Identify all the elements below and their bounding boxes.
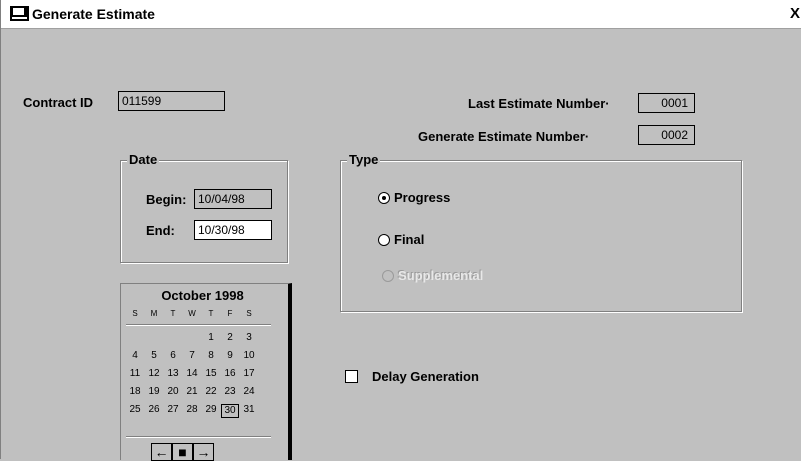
calendar-divider bbox=[126, 436, 271, 438]
calendar-month: October 1998 bbox=[161, 288, 244, 303]
radio-selected-icon bbox=[378, 191, 390, 204]
calendar-day[interactable]: 6 bbox=[164, 350, 182, 362]
radio-disabled-icon bbox=[382, 269, 394, 282]
calendar-divider bbox=[126, 324, 271, 326]
calendar-weekday: F bbox=[227, 309, 233, 318]
end-date-field[interactable]: 10/30/98 bbox=[194, 220, 272, 240]
calendar-day[interactable]: 27 bbox=[164, 404, 182, 416]
calendar-day[interactable]: 3 bbox=[240, 332, 258, 344]
calendar-day[interactable]: 15 bbox=[202, 368, 220, 380]
calendar-day[interactable]: 7 bbox=[183, 350, 201, 362]
delay-generation-label: Delay Generation bbox=[372, 369, 479, 384]
calendar-day[interactable]: 30 bbox=[221, 404, 239, 418]
calendar-day[interactable]: 5 bbox=[145, 350, 163, 362]
calendar-day[interactable]: 8 bbox=[202, 350, 220, 362]
calendar-day[interactable]: 14 bbox=[183, 368, 201, 380]
supplemental-radio-label: Supplemental bbox=[398, 268, 484, 283]
last-estimate-label: Last Estimate Number· bbox=[468, 96, 610, 111]
computer-icon bbox=[10, 6, 29, 21]
calendar-day[interactable]: 21 bbox=[183, 386, 201, 398]
calendar-day[interactable]: 22 bbox=[202, 386, 220, 398]
calendar-day[interactable]: 9 bbox=[221, 350, 239, 362]
close-button[interactable]: X bbox=[788, 6, 801, 21]
calendar-day[interactable]: 12 bbox=[145, 368, 163, 380]
calendar-day[interactable]: 4 bbox=[126, 350, 144, 362]
begin-date-label: Begin: bbox=[146, 192, 187, 207]
calendar-weekday: S bbox=[132, 309, 138, 318]
date-group: Date bbox=[120, 152, 288, 263]
progress-radio[interactable]: Progress bbox=[378, 190, 450, 205]
final-radio-label: Final bbox=[394, 232, 425, 247]
generate-estimate-label: Generate Estimate Number· bbox=[418, 129, 590, 144]
calendar-day[interactable]: 17 bbox=[240, 368, 258, 380]
calendar-day[interactable]: 2 bbox=[221, 332, 239, 344]
generate-estimate-window: Generate Estimate X Contract ID 011599 L… bbox=[0, 0, 801, 461]
calendar-weekday: T bbox=[208, 309, 214, 318]
end-date-label: End: bbox=[146, 223, 175, 238]
calendar-weekday: S bbox=[246, 309, 252, 318]
generate-estimate-field[interactable]: 0002 bbox=[638, 125, 695, 145]
date-group-legend: Date bbox=[127, 152, 160, 167]
final-radio[interactable]: Final bbox=[378, 232, 424, 247]
calendar-day[interactable]: 25 bbox=[126, 404, 144, 416]
calendar-day[interactable]: 11 bbox=[126, 368, 144, 380]
calendar-day[interactable]: 29 bbox=[202, 404, 220, 416]
progress-radio-label: Progress bbox=[394, 190, 451, 205]
begin-date-field[interactable]: 10/04/98 bbox=[194, 189, 272, 209]
contract-id-label: Contract ID bbox=[23, 95, 94, 110]
calendar-day[interactable]: 16 bbox=[221, 368, 239, 380]
calendar-day[interactable]: 18 bbox=[126, 386, 144, 398]
calendar-day[interactable]: 24 bbox=[240, 386, 258, 398]
last-estimate-field[interactable]: 0001 bbox=[638, 93, 695, 113]
calendar-day[interactable]: 20 bbox=[164, 386, 182, 398]
calendar-day[interactable]: 28 bbox=[183, 404, 201, 416]
prev-month-button[interactable]: ← bbox=[151, 443, 172, 461]
calendar-day[interactable]: 26 bbox=[145, 404, 163, 416]
supplemental-radio: Supplemental bbox=[382, 268, 483, 283]
delay-generation-checkbox[interactable]: Delay Generation bbox=[345, 369, 479, 384]
window-title: Generate Estimate bbox=[32, 6, 155, 22]
calendar-day[interactable]: 19 bbox=[145, 386, 163, 398]
checkbox-box-icon bbox=[345, 370, 358, 383]
calendar-weekday: M bbox=[150, 309, 158, 318]
radio-unselected-icon bbox=[378, 233, 390, 246]
type-group-legend: Type bbox=[347, 152, 381, 167]
calendar-day[interactable]: 10 bbox=[240, 350, 258, 362]
next-month-button[interactable]: → bbox=[193, 443, 214, 461]
calendar-day[interactable]: 31 bbox=[240, 404, 258, 416]
calendar-day[interactable]: 1 bbox=[202, 332, 220, 344]
calendar-day[interactable]: 13 bbox=[164, 368, 182, 380]
calendar-day[interactable]: 23 bbox=[221, 386, 239, 398]
today-button[interactable]: ■ bbox=[172, 443, 193, 461]
calendar-weekday: T bbox=[170, 309, 176, 318]
title-bar[interactable]: Generate Estimate X bbox=[1, 0, 801, 29]
calendar-weekday: W bbox=[188, 309, 196, 318]
calendar: October 1998 SMTWTFS 1 2 3 4 5 6 7 8 9 10 11 12 13 14… bbox=[120, 283, 292, 461]
contract-id-field[interactable]: 011599 bbox=[118, 91, 225, 111]
